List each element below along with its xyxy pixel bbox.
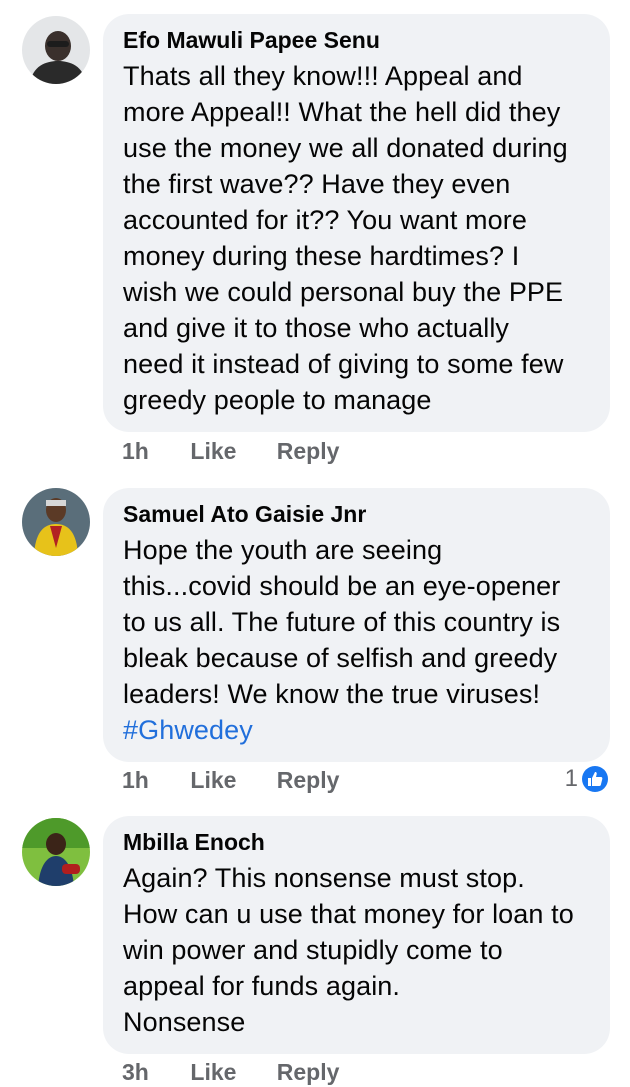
comment-bubble: Samuel Ato Gaisie Jnr Hope the youth are…	[103, 488, 610, 762]
comment-line: Hope the youth are seeing	[123, 535, 443, 565]
comment-line: money during these hardtimes? I	[123, 241, 520, 271]
comment-line: wish we could personal buy the PPE	[123, 277, 564, 307]
comment-bubble: Mbilla Enoch Again? This nonsense must s…	[103, 816, 610, 1054]
like-button[interactable]: Like	[190, 765, 270, 795]
comment-line: use the money we all donated during	[123, 133, 568, 163]
comment-line: this...covid should be an eye-opener	[123, 571, 561, 601]
comment-author[interactable]: Mbilla Enoch	[123, 828, 590, 856]
comment-line: more Appeal!! What the hell did they	[123, 97, 561, 127]
comment-line: win power and stupidly come to	[123, 935, 503, 965]
comment-line: How can u use that money for loan to	[123, 899, 574, 929]
person-avatar-icon	[22, 488, 90, 556]
comment-line: bleak because of selfish and greedy	[123, 643, 558, 673]
comment-author[interactable]: Samuel Ato Gaisie Jnr	[123, 500, 590, 528]
reply-button[interactable]: Reply	[277, 436, 340, 466]
like-button[interactable]: Like	[190, 436, 270, 466]
comment-line: to us all. The future of this country is	[123, 607, 561, 637]
comment-line: the first wave?? Have they even	[123, 169, 511, 199]
avatar[interactable]	[22, 488, 90, 556]
comment-line: Again? This nonsense must stop.	[123, 863, 525, 893]
like-button[interactable]: Like	[190, 1057, 270, 1087]
person-avatar-icon	[22, 16, 90, 84]
comment-timestamp[interactable]: 1h	[122, 436, 184, 466]
comment-line: appeal for funds again.	[123, 971, 401, 1001]
reaction-summary[interactable]: 1	[565, 764, 608, 794]
thumbs-up-icon	[582, 766, 608, 792]
avatar[interactable]	[22, 818, 90, 886]
comment-line: greedy people to manage	[123, 385, 432, 415]
avatar[interactable]	[22, 16, 90, 84]
comment-line: accounted for it?? You want more	[123, 205, 527, 235]
reply-button[interactable]: Reply	[277, 765, 340, 795]
comment-actions: 3h Like Reply	[122, 1057, 339, 1087]
hashtag-link[interactable]: #Ghwedey	[123, 712, 590, 748]
reply-button[interactable]: Reply	[277, 1057, 340, 1087]
comment-line: leaders! We know the true viruses!	[123, 679, 541, 709]
comment-author[interactable]: Efo Mawuli Papee Senu	[123, 26, 590, 54]
comment-text: Hope the youth are seeing this...covid s…	[123, 532, 590, 748]
comment-text: Thats all they know!!! Appeal and more A…	[123, 58, 590, 418]
comment-line: need it instead of giving to some few	[123, 349, 564, 379]
comment-timestamp[interactable]: 3h	[122, 1057, 184, 1087]
comment-actions: 1h Like Reply	[122, 765, 339, 795]
comment-line: Nonsense	[123, 1007, 246, 1037]
comment-actions: 1h Like Reply	[122, 436, 339, 466]
reaction-count: 1	[564, 765, 578, 792]
comment-timestamp[interactable]: 1h	[122, 765, 184, 795]
comment-line: and give it to those who actually	[123, 313, 510, 343]
comment-text: Again? This nonsense must stop. How can …	[123, 860, 590, 1040]
comment-line: Thats all they know!!! Appeal and	[123, 61, 523, 91]
person-avatar-icon	[22, 818, 90, 886]
comment-bubble: Efo Mawuli Papee Senu Thats all they kno…	[103, 14, 610, 432]
